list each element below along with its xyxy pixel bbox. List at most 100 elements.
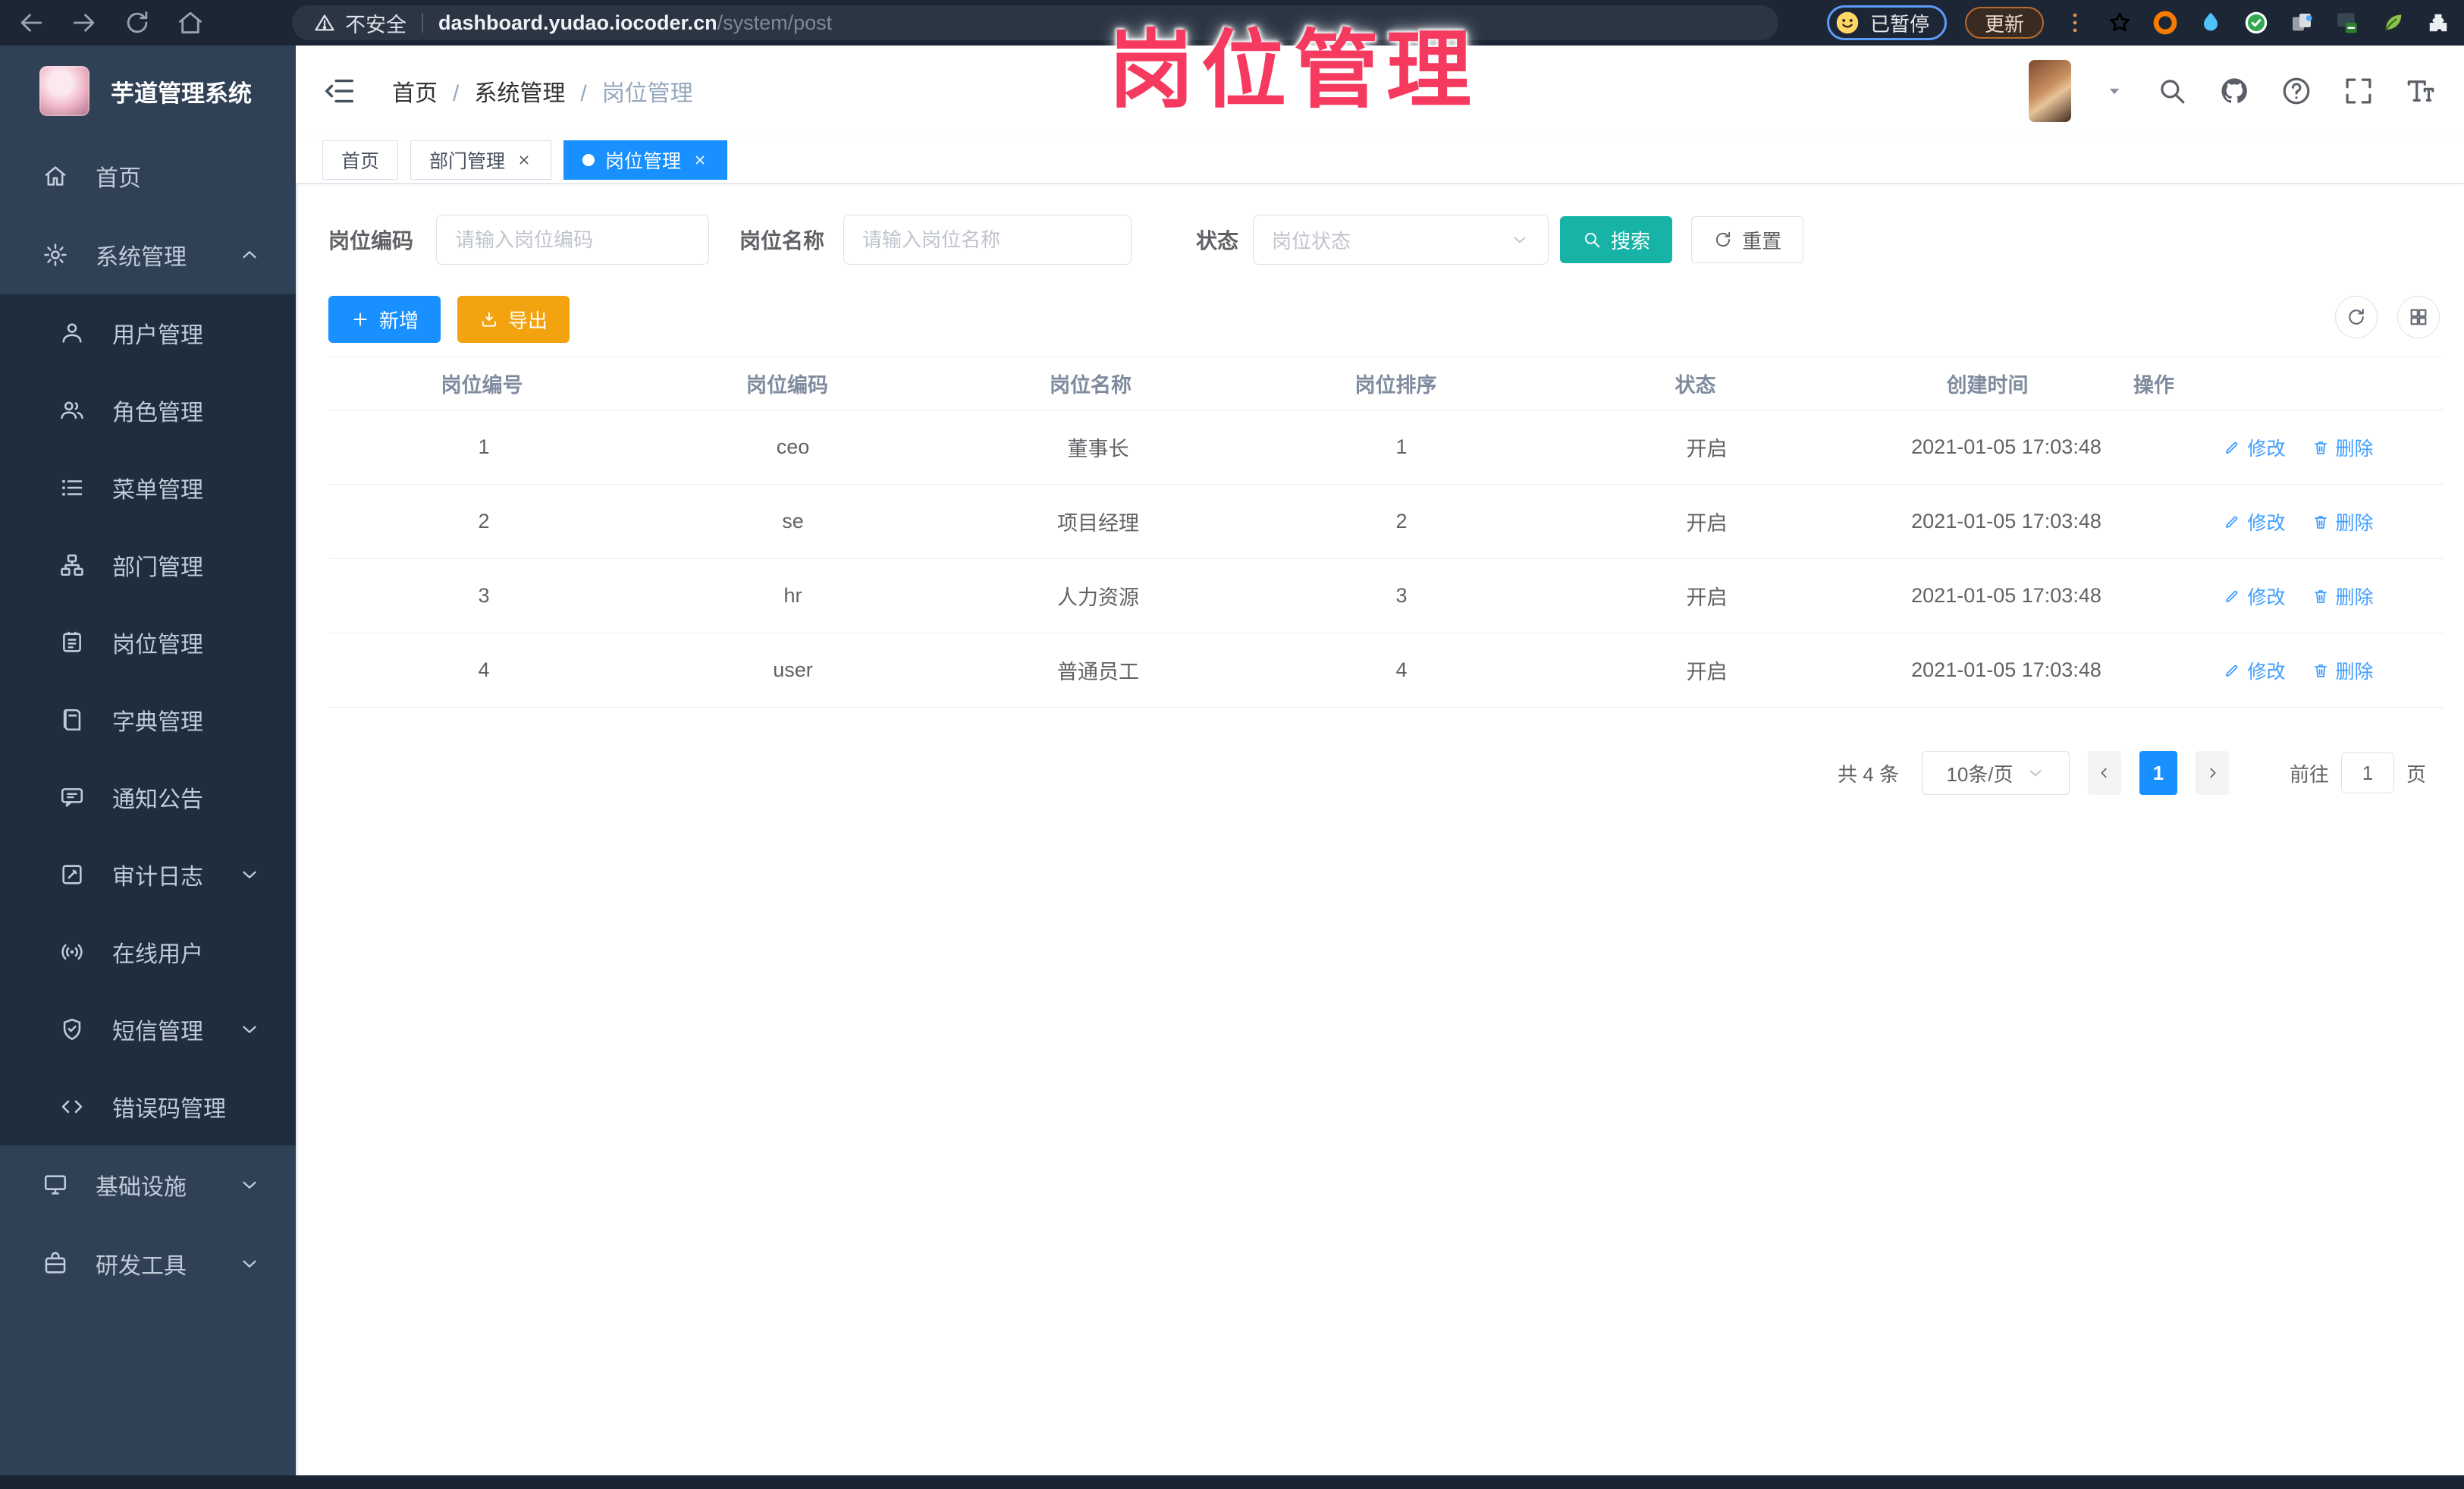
font-size-icon[interactable] [2405, 75, 2437, 107]
post-code-input[interactable] [436, 215, 710, 265]
extension-leaf-icon[interactable] [2379, 9, 2406, 36]
edit-icon [2223, 587, 2241, 605]
next-page-button[interactable] [2195, 751, 2229, 795]
search-icon[interactable] [2156, 75, 2188, 107]
breadcrumb-item[interactable]: 首页 [392, 74, 438, 108]
sidebar-item[interactable]: 系统管理 [0, 215, 296, 294]
view-tab[interactable]: 首页 [322, 140, 399, 180]
table-column-header: 岗位编号 [441, 374, 523, 397]
pagination: 共 4 条 10条/页 1 前往 页 [1838, 751, 2426, 795]
sidebar-item[interactable]: 角色管理 [0, 372, 296, 449]
add-button[interactable]: 新增 [328, 296, 441, 343]
user-avatar[interactable] [2029, 60, 2071, 122]
help-icon[interactable] [2280, 75, 2312, 107]
sidebar-item[interactable]: 通知公告 [0, 759, 296, 836]
sidebar-item[interactable]: 首页 [0, 137, 296, 215]
breadcrumb: 首页系统管理岗位管理 [392, 74, 693, 108]
posts-table: 岗位编号 岗位编码 岗位名称 岗位排序 状态 创建时间 操作 1 ceo 董事长 1 开启 … [328, 357, 2444, 708]
breadcrumb-item[interactable]: 系统管理 [438, 74, 565, 108]
address-bar[interactable]: 不安全 dashboard.yudao.iocoder.cn/system/po… [292, 5, 1778, 40]
cell-post-code: user [773, 658, 813, 681]
bookmark-star-icon[interactable] [2106, 9, 2133, 36]
edit-link[interactable]: 修改 [2223, 508, 2286, 536]
refresh-table-button[interactable] [2335, 296, 2378, 338]
sidebar-logo-row[interactable]: 芋道管理系统 [0, 46, 296, 137]
caret-down-icon[interactable] [2103, 80, 2126, 102]
edit-link[interactable]: 修改 [2223, 434, 2286, 461]
cell-created-time: 2021-01-05 17:03:48 [1911, 658, 2101, 681]
cell-post-id: 3 [478, 584, 490, 607]
browser-update-button[interactable]: 更新 [1964, 7, 2044, 39]
extension-tabs-icon[interactable] [2288, 9, 2315, 36]
github-icon[interactable] [2218, 75, 2250, 107]
sidebar-item[interactable]: 菜单管理 [0, 449, 296, 526]
browser-menu-icon[interactable] [2062, 10, 2088, 36]
cell-created-time: 2021-01-05 17:03:48 [1911, 435, 2101, 458]
cell-post-sort: 3 [1395, 584, 1408, 607]
sidebar-item[interactable]: 短信管理 [0, 991, 296, 1068]
sidebar-item[interactable]: 用户管理 [0, 294, 296, 372]
forward-arrow-icon[interactable] [70, 8, 99, 37]
cell-created-time: 2021-01-05 17:03:48 [1911, 584, 2101, 607]
extension-check-icon[interactable] [2243, 9, 2270, 36]
warning-icon[interactable] [313, 11, 336, 34]
prev-page-button[interactable] [2087, 751, 2121, 795]
edit-link[interactable]: 修改 [2223, 657, 2286, 684]
table-row[interactable]: 1 ceo 董事长 1 开启 2021-01-05 17:03:48 修改 删除 [328, 410, 2444, 485]
sidebar-item[interactable]: 研发工具 [0, 1224, 296, 1303]
close-icon[interactable] [692, 152, 708, 168]
delete-link[interactable]: 删除 [2312, 657, 2374, 684]
post-name-input[interactable] [843, 215, 1132, 265]
current-page-button[interactable]: 1 [2139, 751, 2177, 795]
sidebar-item[interactable]: 岗位管理 [0, 604, 296, 681]
sidebar-item[interactable]: 审计日志 [0, 836, 296, 913]
view-tab[interactable]: 岗位管理 [563, 140, 728, 180]
cell-post-sort: 1 [1395, 435, 1408, 458]
extension-drop-icon[interactable] [2197, 9, 2224, 36]
cell-post-status: 开启 [1686, 661, 1728, 683]
sidebar-collapse-icon[interactable] [322, 74, 357, 108]
delete-link[interactable]: 删除 [2312, 434, 2374, 461]
goto-page-input[interactable] [2340, 752, 2394, 793]
table-row[interactable]: 2 se 项目经理 2 开启 2021-01-05 17:03:48 修改 删除 [328, 485, 2444, 559]
sidebar-item[interactable]: 错误码管理 [0, 1068, 296, 1145]
close-icon[interactable] [516, 152, 532, 168]
extension-ring-icon[interactable] [2152, 9, 2179, 36]
cell-post-id: 1 [478, 435, 490, 458]
chevron-up-icon [238, 243, 261, 266]
search-button[interactable]: 搜索 [1560, 216, 1673, 263]
export-button[interactable]: 导出 [457, 296, 570, 343]
download-icon [479, 309, 499, 329]
sidebar-item[interactable]: 部门管理 [0, 526, 296, 604]
browser-nav-buttons [17, 0, 205, 46]
sidebar-item[interactable]: 字典管理 [0, 681, 296, 759]
browser-profile-chip[interactable]: 已暂停 [1826, 5, 1947, 40]
chevron-down-icon [238, 1173, 261, 1196]
table-row[interactable]: 3 hr 人力资源 3 开启 2021-01-05 17:03:48 修改 删除 [328, 559, 2444, 633]
edit-link[interactable]: 修改 [2223, 583, 2286, 610]
chevron-down-icon [238, 863, 261, 886]
plus-icon [350, 309, 370, 329]
extension-chat-icon[interactable] [2334, 9, 2361, 36]
reset-button[interactable]: 重置 [1691, 216, 1804, 263]
view-tab[interactable]: 部门管理 [410, 140, 552, 180]
sidebar-item[interactable]: 在线用户 [0, 913, 296, 991]
extension-puzzle-icon[interactable] [2425, 9, 2452, 36]
sidebar-item[interactable]: 基础设施 [0, 1145, 296, 1224]
table-row[interactable]: 4 user 普通员工 4 开启 2021-01-05 17:03:48 修改 … [328, 633, 2444, 708]
browser-home-icon[interactable] [176, 8, 205, 37]
back-arrow-icon[interactable] [17, 8, 46, 37]
fullscreen-icon[interactable] [2343, 75, 2375, 107]
sidebar-menu: 首页 系统管理 用户管理 角色管理 菜单管理 部门管理 岗位管理 字典管理 通知… [0, 137, 296, 1303]
delete-link[interactable]: 删除 [2312, 583, 2374, 610]
cell-post-status: 开启 [1686, 512, 1728, 535]
sidebar-item-label: 错误码管理 [112, 1097, 226, 1122]
column-settings-button[interactable] [2397, 296, 2440, 338]
delete-link[interactable]: 删除 [2312, 508, 2374, 536]
chevron-down-icon [238, 1018, 261, 1041]
breadcrumb-item[interactable]: 岗位管理 [565, 74, 693, 108]
online-users-icon [59, 939, 85, 965]
page-size-select[interactable]: 10条/页 [1921, 751, 2070, 795]
reload-icon[interactable] [123, 8, 152, 37]
status-select[interactable]: 岗位状态 [1253, 215, 1549, 265]
